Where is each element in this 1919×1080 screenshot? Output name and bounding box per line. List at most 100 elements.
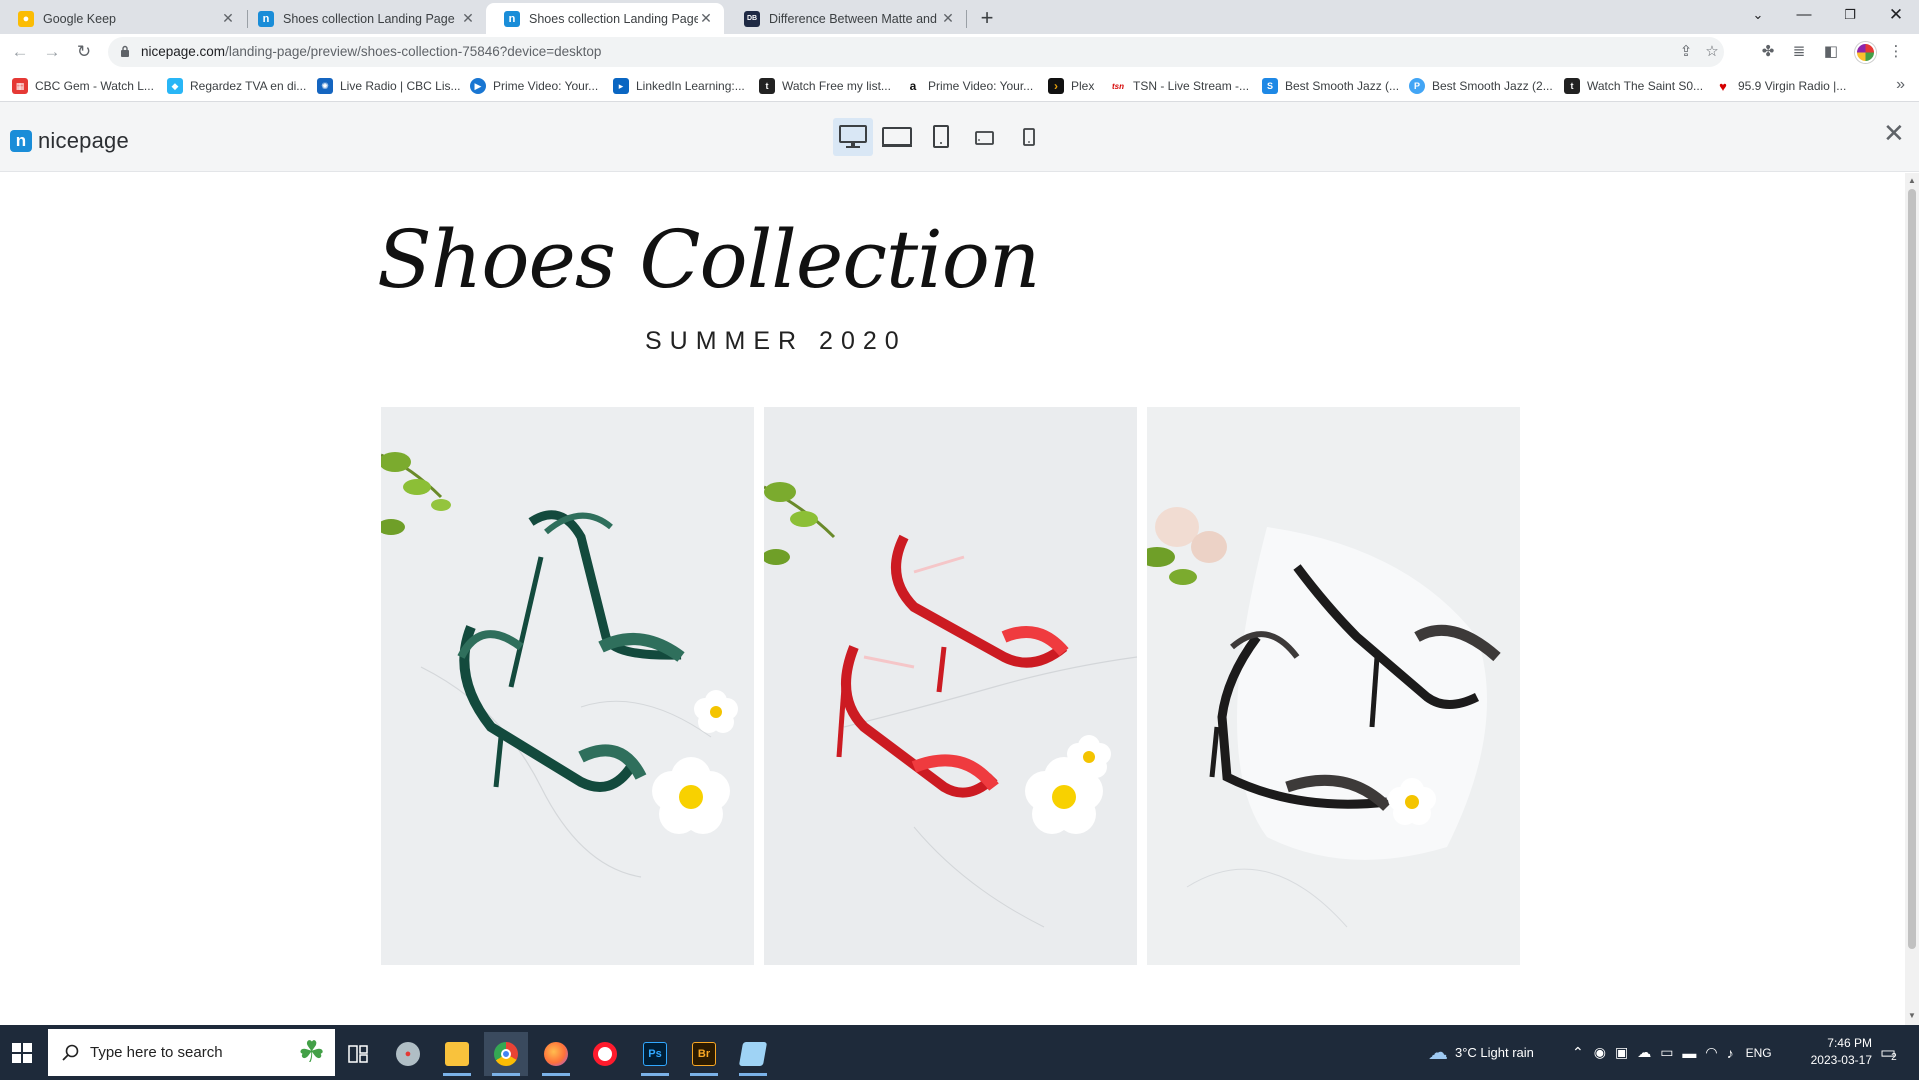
linkedin-learning-icon: ▸ [613, 78, 629, 94]
cloud-offline-icon[interactable]: ☁ [1637, 1044, 1651, 1061]
clover-icon: ☘ [298, 1036, 325, 1069]
bookmark-prime-video-1[interactable]: ▶ Prime Video: Your... [470, 78, 598, 94]
device-tablet-landscape-button[interactable] [965, 118, 1005, 156]
device-laptop-button[interactable] [877, 118, 917, 156]
tubi-icon: t [1564, 78, 1580, 94]
taskbar-app-bridge[interactable]: Br [682, 1032, 726, 1076]
record-icon[interactable]: ◉ [1594, 1044, 1606, 1061]
preview-header: n nicepage ✕ [0, 102, 1919, 172]
restore-button[interactable]: ❐ [1827, 0, 1873, 30]
scroll-up-icon[interactable]: ▲ [1908, 176, 1916, 185]
red-sandals-photo [764, 407, 1137, 965]
device-desktop-button[interactable] [833, 118, 873, 156]
close-tab-icon[interactable]: ✕ [460, 10, 476, 27]
bookmark-prime-video-2[interactable]: a Prime Video: Your... [905, 78, 1033, 94]
notes-icon [738, 1042, 768, 1066]
wifi-icon[interactable]: ◠ [1705, 1044, 1717, 1061]
address-bar[interactable]: nicepage.com/landing-page/preview/shoes-… [108, 37, 1724, 67]
tab-shoes-collection-2[interactable]: n Shoes collection Landing Page L ✕ [486, 3, 724, 34]
device-phone-button[interactable] [1009, 118, 1049, 156]
bookmark-virgin-radio[interactable]: ♥ 95.9 Virgin Radio |... [1715, 78, 1846, 94]
tab-shoes-collection-1[interactable]: n Shoes collection Landing Page ✕ [240, 3, 486, 34]
bookmark-cbc-radio[interactable]: ✺ Live Radio | CBC Lis... [317, 78, 461, 94]
bookmark-star-icon[interactable]: ☆ [1702, 42, 1722, 62]
bookmark-linkedin-learning[interactable]: ▸ LinkedIn Learning:... [613, 78, 745, 94]
scrollbar-thumb[interactable] [1908, 189, 1916, 949]
taskbar-app-notes[interactable] [731, 1032, 775, 1076]
device-tablet-button[interactable] [921, 118, 961, 156]
chrome-icon [494, 1042, 518, 1066]
weather-widget[interactable]: ☁ 3°C Light rain [1428, 1025, 1534, 1080]
nicepage-icon: n [258, 10, 274, 27]
taskbar-search-input[interactable]: Type here to search ☘ [48, 1029, 335, 1076]
back-button[interactable]: ← [8, 40, 32, 64]
bookmark-smooth-jazz-2[interactable]: P Best Smooth Jazz (2... [1409, 78, 1553, 94]
language-indicator[interactable]: ENG [1746, 1046, 1772, 1060]
close-window-button[interactable]: ✕ [1873, 0, 1919, 30]
profile-avatar[interactable] [1855, 42, 1876, 63]
chevron-up-icon[interactable]: ⌃ [1572, 1044, 1584, 1061]
app-icon[interactable]: ▣ [1615, 1044, 1628, 1061]
bookmark-watch-the-saint[interactable]: t Watch The Saint S0... [1564, 78, 1703, 94]
side-panel-icon[interactable]: ◧ [1821, 42, 1841, 62]
share-icon[interactable]: ⇪ [1676, 42, 1696, 62]
menu-icon[interactable]: ⋮ [1886, 42, 1906, 62]
close-tab-icon[interactable]: ✕ [940, 10, 956, 27]
taskbar-app-firefox[interactable] [534, 1032, 578, 1076]
taskbar-app-opera[interactable] [583, 1032, 627, 1076]
minimize-button[interactable]: — [1781, 0, 1827, 30]
bridge-icon: Br [692, 1042, 716, 1066]
taskbar-app-paint[interactable]: ● [386, 1032, 430, 1076]
display-icon[interactable]: ▭ [1660, 1044, 1673, 1061]
extensions-icon[interactable]: ✤ [1758, 42, 1778, 62]
close-preview-button[interactable]: ✕ [1883, 120, 1905, 146]
nicepage-icon: n [504, 10, 520, 27]
phone-icon [1023, 128, 1035, 146]
bookmark-cbc-gem[interactable]: ▦ CBC Gem - Watch L... [12, 78, 154, 94]
bookmark-tva[interactable]: ◆ Regardez TVA en di... [167, 78, 306, 94]
tablet-landscape-icon [975, 131, 994, 145]
bookmarks-bar: ▦ CBC Gem - Watch L... ◆ Regardez TVA en d… [0, 70, 1919, 102]
bookmark-smooth-jazz-1[interactable]: S Best Smooth Jazz (... [1262, 78, 1399, 94]
firefox-icon [544, 1042, 568, 1066]
taskbar-app-explorer[interactable] [435, 1032, 479, 1076]
tablet-icon [933, 125, 949, 148]
iheart-icon: ♥ [1715, 78, 1731, 94]
url-text: nicepage.com/landing-page/preview/shoes-… [141, 44, 602, 59]
battery-icon[interactable]: ▬ [1682, 1045, 1696, 1061]
bookmark-tsn[interactable]: tsn TSN - Live Stream -... [1110, 78, 1249, 94]
tab-strip: ● Google Keep ✕ n Shoes collection Landi… [0, 0, 1919, 34]
tva-icon: ◆ [167, 78, 183, 94]
opera-icon [593, 1042, 617, 1066]
close-tab-icon[interactable]: ✕ [220, 10, 236, 27]
tab-difference-matte[interactable]: DB Difference Between Matte and Gl ✕ [726, 3, 966, 34]
volume-icon[interactable]: ♪ [1727, 1045, 1734, 1061]
tsn-icon: tsn [1110, 78, 1126, 94]
new-tab-button[interactable]: + [974, 5, 1000, 31]
page-subtitle: SUMMER 2020 [645, 327, 907, 355]
taskbar-app-chrome[interactable] [484, 1032, 528, 1076]
forward-button[interactable]: → [40, 40, 64, 64]
taskbar-app-photoshop[interactable]: Ps [633, 1032, 677, 1076]
notification-center-button[interactable]: ▭ 2 [1880, 1025, 1897, 1080]
cloud-rain-icon: ☁ [1428, 1042, 1448, 1064]
scroll-down-icon[interactable]: ▼ [1908, 1011, 1916, 1020]
task-view-button[interactable] [336, 1032, 380, 1076]
cbc-gem-icon: ▦ [12, 78, 28, 94]
browser-toolbar: ← → ↻ nicepage.com/landing-page/preview/… [0, 34, 1919, 70]
bookmark-plex[interactable]: › Plex [1048, 78, 1094, 94]
page-scrollbar[interactable]: ▲ ▼ [1905, 173, 1919, 1025]
nicepage-logo-text: nicepage [38, 128, 129, 153]
smooth-jazz-icon: S [1262, 78, 1278, 94]
reload-button[interactable]: ↻ [72, 40, 96, 64]
bookmark-watch-free[interactable]: t Watch Free my list... [759, 78, 891, 94]
tab-search-icon[interactable]: ⌄ [1735, 0, 1781, 30]
media-control-icon[interactable]: ≣ [1789, 42, 1809, 62]
taskbar-clock[interactable]: 7:46 PM 2023-03-17 [1802, 1035, 1872, 1069]
black-sandals-photo [1147, 407, 1520, 965]
windows-start-icon[interactable] [12, 1043, 32, 1063]
tab-google-keep[interactable]: ● Google Keep ✕ [0, 3, 246, 34]
more-bookmarks-icon[interactable]: » [1896, 76, 1905, 94]
nicepage-logo[interactable]: n nicepage [10, 128, 129, 154]
close-tab-icon[interactable]: ✕ [698, 10, 714, 27]
